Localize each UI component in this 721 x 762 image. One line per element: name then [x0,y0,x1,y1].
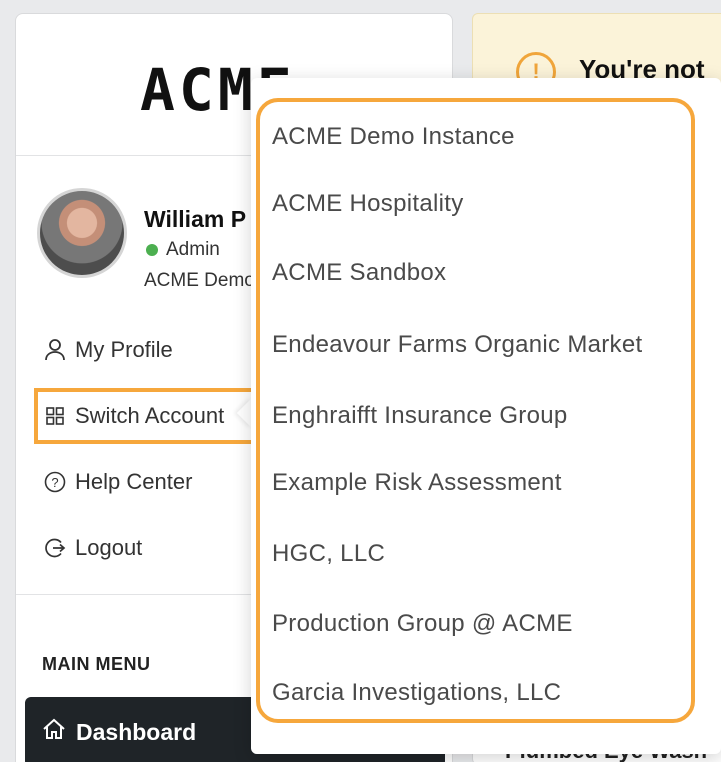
account-option[interactable]: Enghraifft Insurance Group [272,402,568,430]
logout-icon [44,537,66,559]
avatar[interactable] [37,188,127,278]
user-role-label: Admin [166,239,220,260]
svg-text:?: ? [51,475,58,490]
logout-label: Logout [75,535,143,560]
my-profile-link[interactable]: My Profile [44,337,173,363]
switch-account-callout [34,388,255,444]
dashboard-label: Dashboard [76,718,197,745]
account-option[interactable]: Endeavour Farms Organic Market [272,331,642,359]
account-option[interactable]: HGC, LLC [272,540,385,568]
home-icon [42,718,66,746]
account-option[interactable]: Production Group @ ACME [272,610,573,638]
account-option[interactable]: Example Risk Assessment [272,469,562,497]
account-option[interactable]: ACME Demo Instance [272,123,515,151]
current-account: ACME Demo [144,270,255,291]
main-menu-heading: MAIN MENU [42,654,151,674]
online-status-icon [146,244,158,256]
help-center-label: Help Center [75,469,193,494]
my-profile-label: My Profile [75,337,173,362]
user-name: William P [144,206,247,232]
user-icon [44,339,66,361]
logout-link[interactable]: Logout [44,535,142,561]
help-center-link[interactable]: ? Help Center [44,469,192,495]
account-option[interactable]: ACME Hospitality [272,190,464,218]
help-icon: ? [44,471,66,493]
account-option[interactable]: Garcia Investigations, LLC [272,679,561,707]
user-role: Admin [146,239,220,261]
account-option[interactable]: ACME Sandbox [272,259,446,287]
